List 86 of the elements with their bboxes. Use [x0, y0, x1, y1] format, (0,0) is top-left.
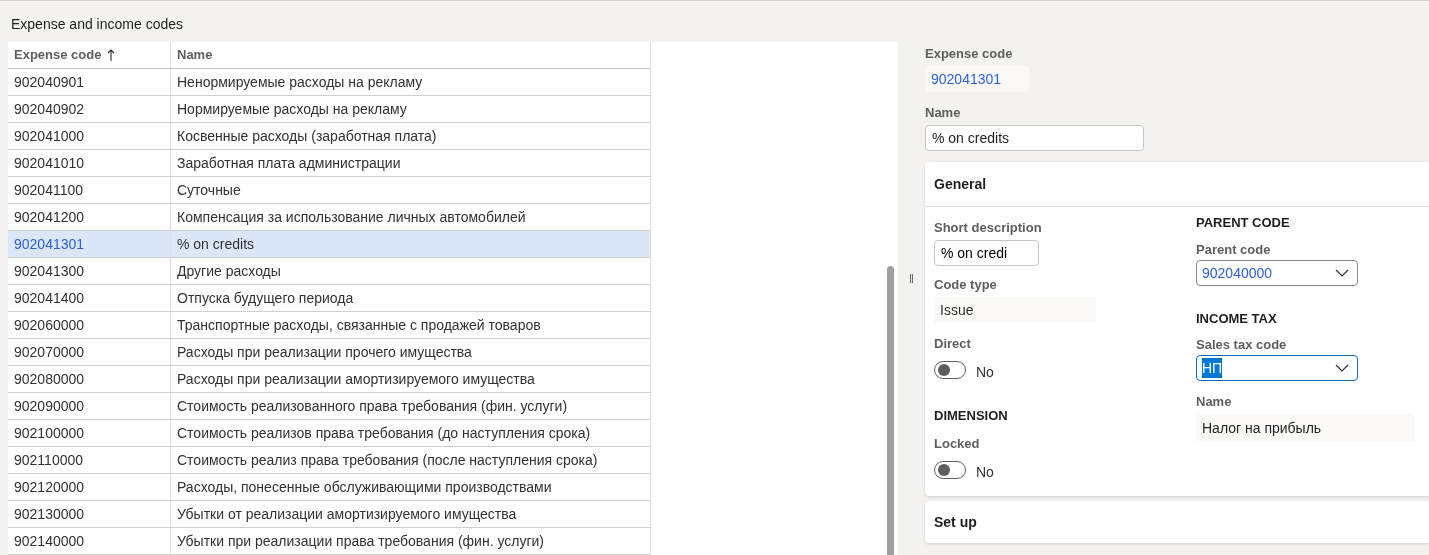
table-row[interactable]: 902130000 Убытки от реализации амортизируемого имущества [8, 501, 650, 528]
table-cell-text: Убытки при реализации права требования (фин. услуги) [176, 532, 546, 551]
table-row[interactable]: 902100000 Стоимость реализов права требования (до наступления срока) [8, 420, 650, 447]
chevron-down-icon [1335, 268, 1349, 277]
field-label: Direct [934, 335, 972, 353]
column-header[interactable]: Name [171, 42, 650, 68]
table-cell-text: Компенсация за использование личных автомобилей [176, 208, 527, 227]
table-row[interactable]: 902120000 Расходы, понесенные обслуживающими производствами [8, 474, 650, 501]
scrollbar-thumb[interactable] [887, 266, 894, 555]
table-cell: 902041300 [8, 258, 171, 284]
tax-name-value: Налог на прибыль [1196, 414, 1414, 441]
table-cell: 902040902 [8, 96, 171, 122]
table-cell-text: Заработная плата администрации [176, 154, 402, 173]
table-cell: 902120000 [8, 474, 171, 500]
field-label: Sales tax code [1196, 336, 1288, 354]
table-cell: 902041400 [8, 285, 171, 311]
table-row[interactable]: 902070000 Расходы при реализации прочего имущества [8, 339, 650, 366]
table-cell-text: Суточные [176, 181, 242, 200]
table-cell: 902090000 [8, 393, 171, 419]
table-row[interactable]: 902041200 Компенсация за использование личных автомобилей [8, 204, 650, 231]
table-row[interactable]: 902041300 Другие расходы [8, 258, 650, 285]
table-cell: 902080000 [8, 366, 171, 392]
table-row[interactable]: 902041400 Отпуска будущего периода [8, 285, 650, 312]
table-row[interactable]: 902040901 Ненормируемые расходы на рекламу [8, 69, 650, 96]
table-cell-text: Стоимость реализованного права требования (фин. услуги) [176, 397, 569, 416]
table-row[interactable]: 902041301 % on credits [8, 231, 650, 258]
field-label: Name [1196, 393, 1233, 411]
field-label: Expense code [925, 45, 1014, 63]
toggle-switch[interactable] [934, 361, 966, 379]
table-row[interactable]: 902041100 Суточные [8, 177, 650, 204]
table-row[interactable]: 902041010 Заработная плата администрации [8, 150, 650, 177]
field-label: Short description [934, 219, 1043, 237]
expense-code-value: 902041301 [925, 66, 1029, 92]
table-cell-text: Расходы, понесенные обслуживающими производствами [176, 478, 553, 497]
table-cell-text: Стоимость реализов права требования (до наступления срока) [176, 424, 592, 443]
short-description-field[interactable]: % on credi [934, 240, 1039, 266]
code-type-value: Issue [934, 297, 1096, 323]
field-label: Parent code [1196, 240, 1272, 259]
table-row[interactable]: 902060000 Транспортные расходы, связанные с продажей товаров [8, 312, 650, 339]
page-title: Expense and income codes [10, 15, 184, 34]
field-label: Locked [934, 434, 981, 453]
table-row[interactable]: 902040902 Нормируемые расходы на рекламу [8, 96, 650, 123]
chevron-down-icon [1335, 364, 1349, 372]
table-row[interactable]: 902090000 Стоимость реализованного права требования (фин. услуги) [8, 393, 650, 420]
table-row[interactable]: 902110000 Стоимость реализ права требования (после наступления срока) [8, 447, 650, 474]
section-header[interactable]: Set up [925, 500, 1429, 543]
table-cell-text: % on credits [176, 235, 256, 254]
table-cell: 902070000 [8, 339, 171, 365]
table-cell: 902130000 [8, 501, 171, 527]
field-label: Name [925, 104, 962, 122]
table-cell: 902041010 [8, 150, 171, 176]
name-field[interactable]: % on credits [925, 125, 1144, 151]
toggle-state: No [976, 363, 994, 382]
table-row[interactable]: 902140000 Убытки при реализации права требования (фин. услуги) [8, 528, 650, 555]
section-header[interactable]: General [925, 162, 1429, 207]
table-cell: 902041100 [8, 177, 171, 203]
table-cell: 902041200 [8, 204, 171, 230]
table-row[interactable]: 902041000 Косвенные расходы (заработная плата) [8, 123, 650, 150]
table-cell: 902100000 [8, 420, 171, 446]
toggle-switch[interactable] [934, 460, 966, 479]
field-label: Code type [934, 276, 998, 294]
table-row[interactable]: 902080000 Расходы при реализации амортизируемого имущества [8, 366, 650, 393]
section-subheading: PARENT CODE [1196, 214, 1291, 232]
dropdown-field[interactable]: 902040000 [1196, 259, 1358, 286]
toggle-state: No [976, 462, 994, 482]
dropdown-field[interactable]: НП [1196, 355, 1358, 381]
section-subheading: DIMENSION [934, 407, 1009, 425]
table-cell-text: Стоимость реализ права требования (после наступления срока) [176, 451, 599, 470]
table-cell-text: Косвенные расходы (заработная плата) [176, 127, 438, 146]
table-cell: 902110000 [8, 447, 171, 473]
splitter-handle[interactable]: ‖ [909, 270, 914, 287]
table-cell: 902041000 [8, 123, 171, 149]
table-cell-text: Убытки от реализации амортизируемого имущества [176, 505, 518, 524]
table-cell-text: Ненормируемые расходы на рекламу [176, 73, 424, 92]
column-header[interactable]: Expense code [8, 42, 171, 68]
table-cell: 902060000 [8, 312, 171, 338]
table-cell-text: Транспортные расходы, связанные с продажей товаров [176, 316, 542, 335]
table-cell-text: Расходы при реализации амортизируемого имущества [176, 370, 536, 389]
table-cell-text: Отпуска будущего периода [176, 289, 355, 308]
table-cell: 902040901 [8, 69, 171, 95]
table-cell: 902041301 [8, 231, 171, 257]
table-cell-text: Нормируемые расходы на рекламу [176, 100, 408, 119]
table-cell-text: Расходы при реализации прочего имущества [176, 343, 473, 362]
table-cell-text: Другие расходы [176, 262, 282, 281]
table-cell: 902140000 [8, 528, 171, 554]
section-subheading: INCOME TAX [1196, 309, 1278, 328]
